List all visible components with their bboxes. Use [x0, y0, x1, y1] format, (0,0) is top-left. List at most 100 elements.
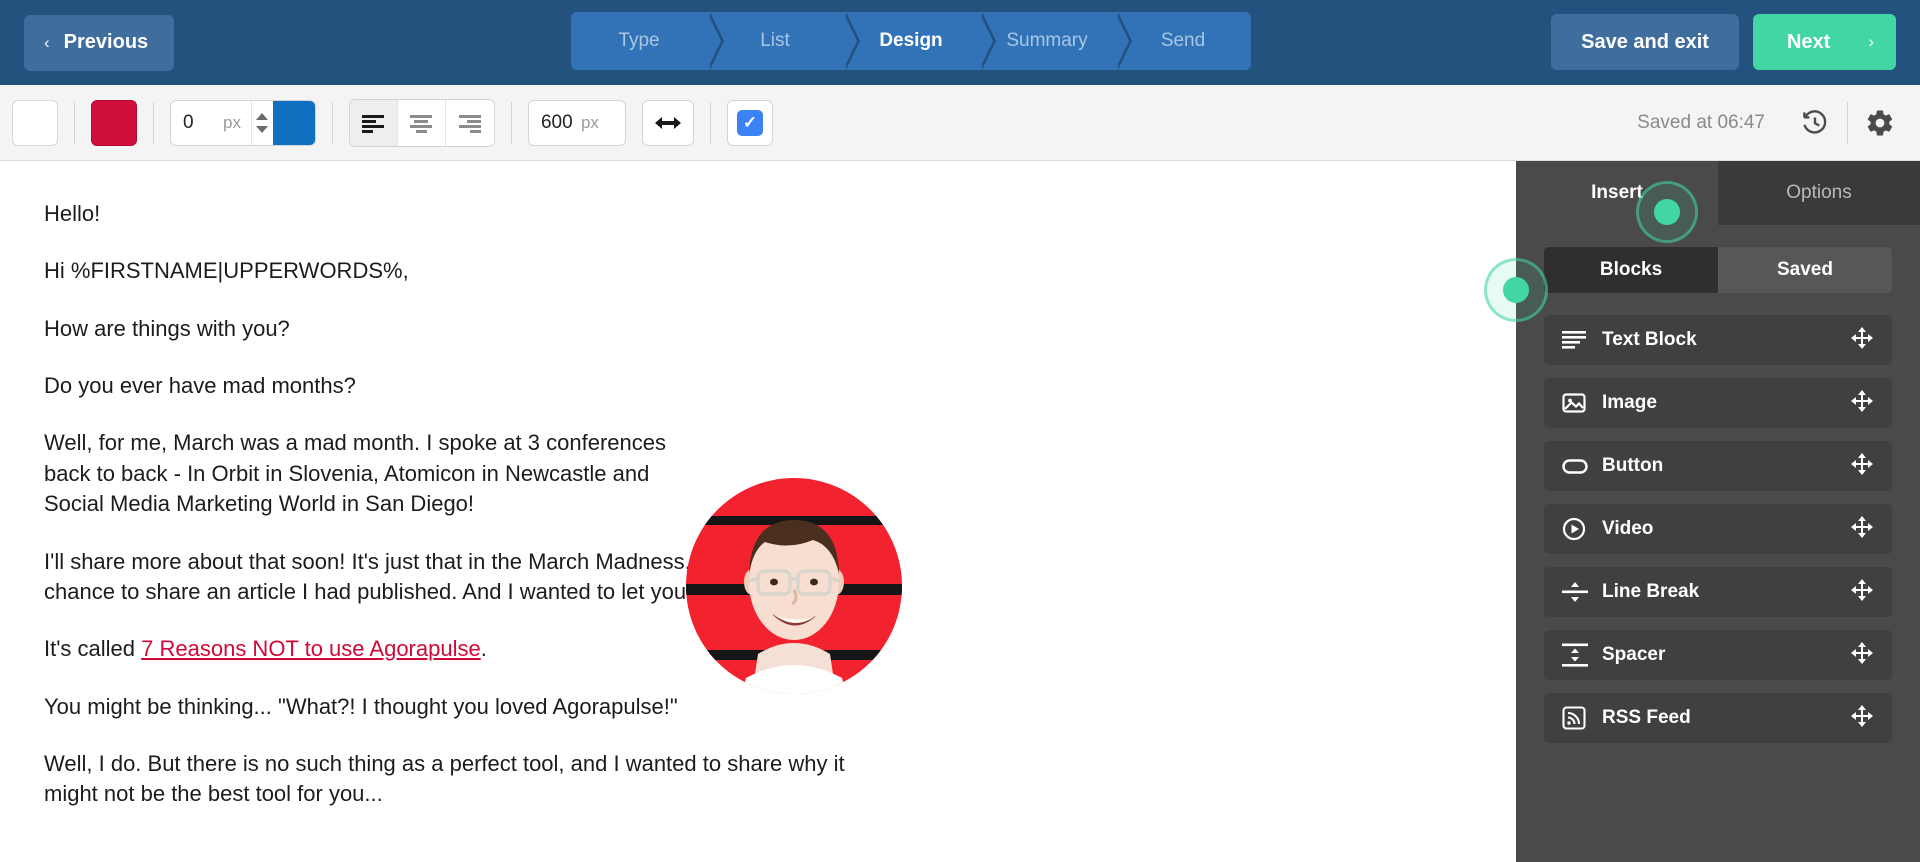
- width-unit: px: [580, 112, 599, 132]
- rss-feed-icon: [1562, 706, 1592, 730]
- next-button[interactable]: Next ›: [1752, 14, 1896, 70]
- tab-insert[interactable]: Insert: [1516, 161, 1718, 225]
- stepper-down-icon[interactable]: [256, 125, 269, 133]
- align-center-button[interactable]: [397, 99, 446, 146]
- segment-blocks[interactable]: Blocks: [1544, 247, 1718, 293]
- step-send[interactable]: Send: [1115, 12, 1251, 70]
- link-suffix-text: .: [480, 636, 487, 662]
- email-paragraph[interactable]: Well, I do. But there is no such thing a…: [44, 749, 889, 810]
- image-icon: [1562, 392, 1592, 414]
- email-paragraph[interactable]: Well, for me, March was a mad month. I s…: [44, 428, 704, 519]
- move-arrows-icon[interactable]: [1850, 704, 1874, 733]
- email-paragraph[interactable]: You might be thinking... "What?! I thoug…: [44, 692, 889, 722]
- step-summary[interactable]: Summary: [979, 12, 1132, 70]
- history-revert-button[interactable]: [1791, 99, 1839, 147]
- tab-options-label: Options: [1786, 182, 1852, 203]
- align-left-icon: [362, 114, 385, 133]
- gear-icon: [1867, 109, 1893, 136]
- block-label: Spacer: [1602, 644, 1666, 665]
- header-actions: Save and exit Next ›: [1551, 14, 1896, 70]
- avatar-photo-illustration: [742, 520, 846, 694]
- wizard-step-breadcrumb: Type List Design Summary Send: [571, 12, 1251, 70]
- email-paragraph[interactable]: How are things with you?: [44, 314, 889, 344]
- settings-button[interactable]: [1856, 99, 1904, 147]
- email-canvas[interactable]: Hello! Hi %FIRSTNAME|UPPERWORDS%, How ar…: [0, 161, 1516, 862]
- border-width-value[interactable]: 0: [171, 112, 223, 134]
- block-line-break[interactable]: Line Break: [1544, 567, 1892, 617]
- insert-panel: Insert Options Blocks Saved Text Block I…: [1484, 161, 1920, 862]
- block-image[interactable]: Image: [1544, 378, 1892, 428]
- previous-button[interactable]: ‹ Previous: [24, 14, 175, 71]
- move-arrows-icon[interactable]: [1850, 641, 1874, 670]
- article-link[interactable]: 7 Reasons NOT to use Agorapulse: [141, 636, 481, 661]
- tab-insert-label: Insert: [1591, 182, 1643, 203]
- width-field[interactable]: 600 px: [527, 99, 626, 146]
- toolbar-divider: [153, 101, 154, 144]
- spacer-icon: [1562, 643, 1592, 667]
- step-send-label: Send: [1160, 30, 1206, 51]
- toolbar-status-area: Saved at 06:47: [1637, 99, 1904, 147]
- block-label: Video: [1602, 518, 1654, 539]
- toolbar-divider: [709, 101, 711, 144]
- stepper-up-icon[interactable]: [256, 112, 269, 120]
- avatar[interactable]: [686, 478, 902, 694]
- block-label: Text Block: [1602, 329, 1697, 350]
- align-right-button[interactable]: [445, 99, 494, 146]
- responsive-checkbox[interactable]: ✓: [726, 99, 773, 146]
- line-break-icon: [1562, 581, 1592, 603]
- previous-button-label: Previous: [63, 31, 149, 53]
- step-type[interactable]: Type: [571, 12, 724, 70]
- align-left-button[interactable]: [349, 99, 398, 146]
- step-design[interactable]: Design: [843, 12, 996, 70]
- step-list-label: List: [760, 30, 790, 51]
- move-arrows-icon[interactable]: [1850, 452, 1874, 481]
- border-width-unit: px: [223, 112, 241, 132]
- block-label: Image: [1602, 392, 1657, 413]
- editor-body: Hello! Hi %FIRSTNAME|UPPERWORDS%, How ar…: [0, 161, 1920, 862]
- play-circle-icon: [1562, 517, 1592, 541]
- blocks-saved-toggle: Blocks Saved: [1544, 247, 1892, 293]
- block-text-block[interactable]: Text Block: [1544, 315, 1892, 365]
- save-and-exit-button[interactable]: Save and exit: [1551, 14, 1739, 70]
- email-paragraph[interactable]: Hello!: [44, 199, 889, 229]
- align-center-icon: [410, 114, 433, 133]
- step-list[interactable]: List: [707, 12, 860, 70]
- top-header-bar: ‹ Previous Type List Design Summary Send…: [0, 0, 1920, 85]
- email-paragraph[interactable]: Do you ever have mad months?: [44, 371, 889, 401]
- toolbar-divider: [510, 101, 512, 144]
- next-button-label: Next: [1786, 30, 1831, 53]
- button-pill-icon: [1562, 458, 1592, 474]
- border-width-field[interactable]: 0 px: [170, 99, 316, 146]
- tab-options[interactable]: Options: [1718, 161, 1920, 225]
- width-value[interactable]: 600: [529, 112, 581, 134]
- align-right-icon: [458, 114, 481, 133]
- toolbar-divider: [331, 101, 333, 144]
- block-rss-feed[interactable]: RSS Feed: [1544, 693, 1892, 743]
- chevron-right-icon: ›: [1868, 32, 1874, 51]
- step-design-label: Design: [879, 30, 943, 51]
- alignment-button-group: [348, 98, 495, 147]
- block-button[interactable]: Button: [1544, 441, 1892, 491]
- text-lines-icon: [1562, 331, 1592, 349]
- move-arrows-icon[interactable]: [1850, 389, 1874, 418]
- history-revert-icon: [1803, 109, 1827, 134]
- full-width-button[interactable]: [641, 99, 694, 146]
- move-arrows-icon[interactable]: [1850, 578, 1874, 607]
- text-color-swatch[interactable]: [91, 99, 137, 146]
- toolbar-divider: [74, 101, 75, 144]
- email-paragraph[interactable]: Hi %FIRSTNAME|UPPERWORDS%,: [44, 256, 889, 286]
- block-spacer[interactable]: Spacer: [1544, 630, 1892, 680]
- segment-saved[interactable]: Saved: [1718, 247, 1892, 293]
- move-arrows-icon[interactable]: [1850, 326, 1874, 355]
- step-type-label: Type: [618, 30, 660, 51]
- block-video[interactable]: Video: [1544, 504, 1892, 554]
- design-toolbar: 0 px 600 px ✓ Saved at 06:47: [0, 85, 1920, 243]
- move-arrows-icon[interactable]: [1850, 515, 1874, 544]
- block-label: Button: [1602, 455, 1664, 476]
- border-color-swatch[interactable]: [272, 100, 315, 145]
- panel-tab-bar: Insert Options: [1516, 161, 1920, 225]
- step-summary-label: Summary: [1006, 30, 1088, 51]
- border-width-stepper[interactable]: [250, 100, 273, 145]
- chevron-left-icon: ‹: [44, 32, 50, 52]
- background-color-swatch[interactable]: [12, 99, 58, 146]
